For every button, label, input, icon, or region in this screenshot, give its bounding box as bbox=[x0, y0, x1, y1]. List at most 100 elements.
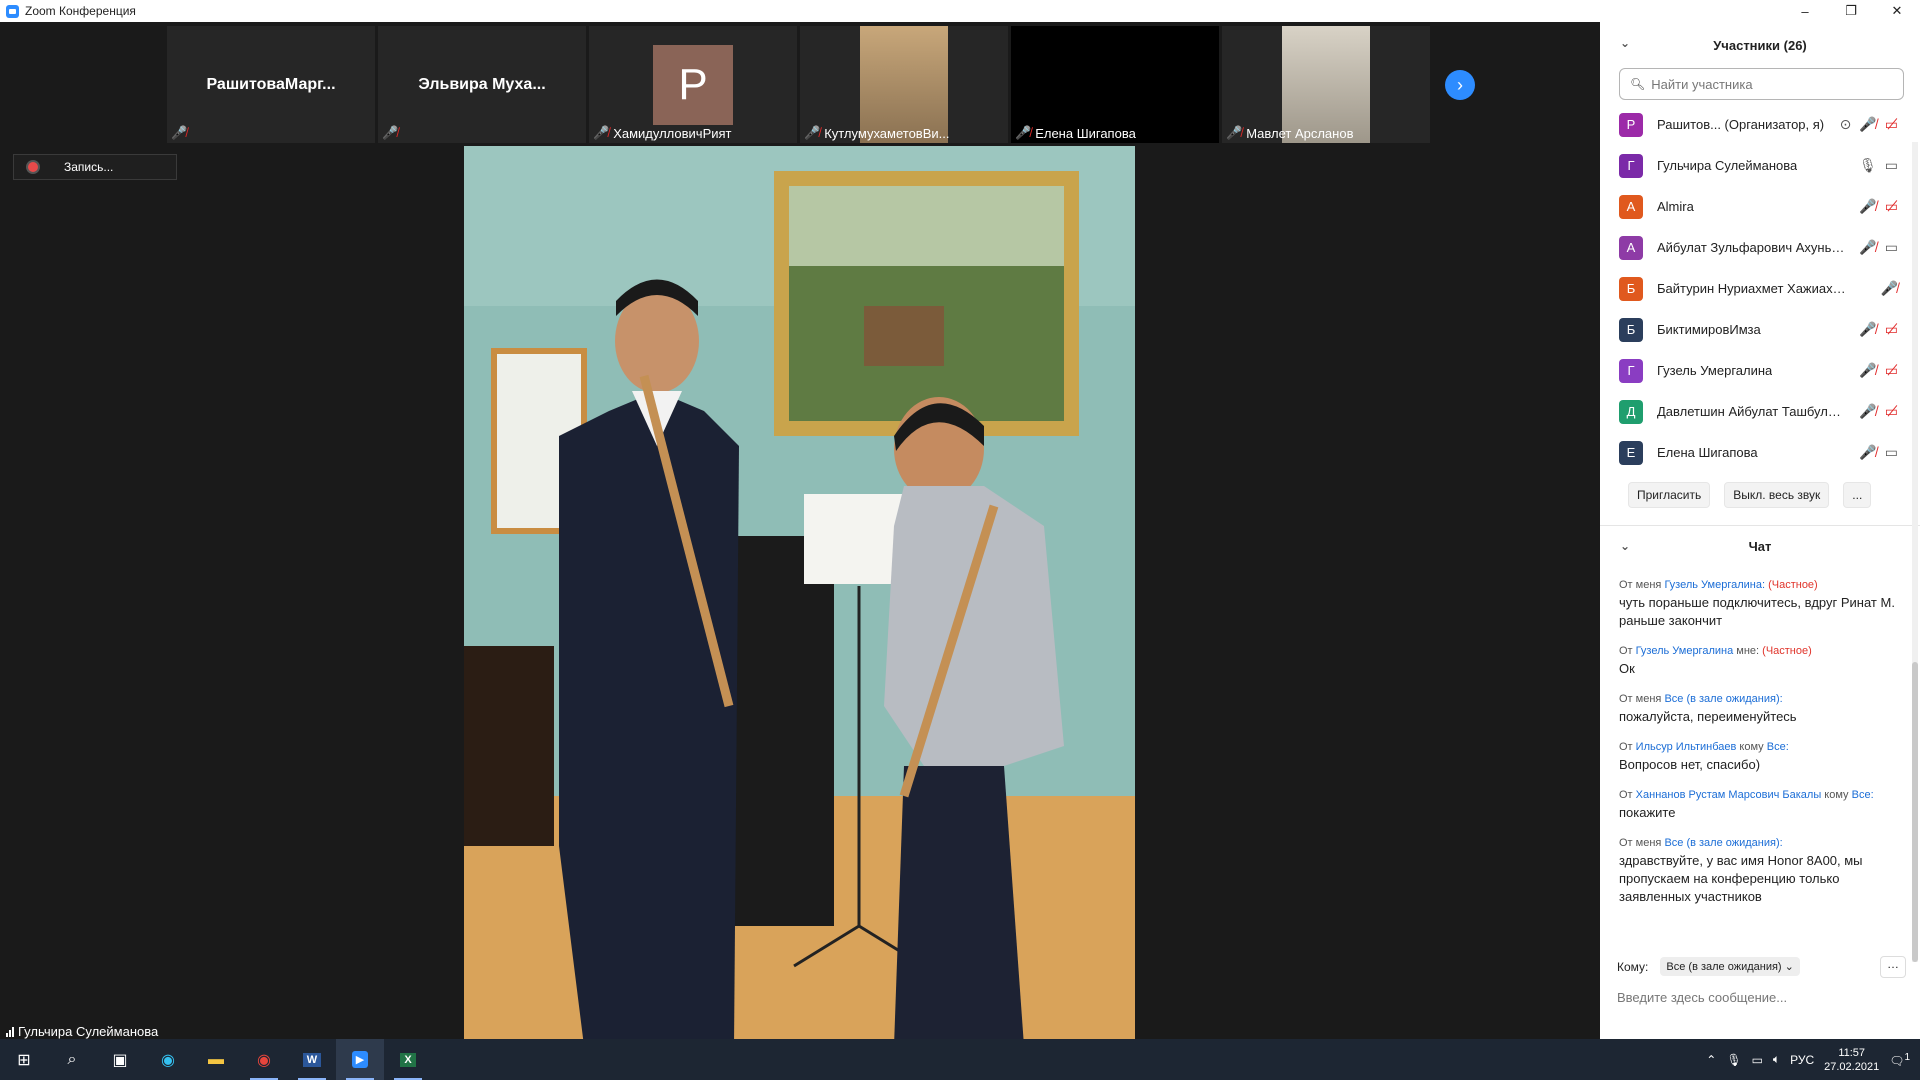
minimize-button[interactable]: – bbox=[1782, 0, 1828, 22]
language-indicator[interactable]: РУС bbox=[1790, 1053, 1814, 1067]
participant-row[interactable]: A Almira 🎤̸ ▭̸ bbox=[1600, 186, 1920, 227]
participant-list: Р Рашитов... (Организатор, я) ⊙ 🎤̸ ▭̸ Г Гу… bbox=[1600, 104, 1920, 473]
search-placeholder: Найти участника bbox=[1651, 76, 1753, 92]
msg-recipient[interactable]: Все: bbox=[1767, 741, 1789, 753]
chat-input[interactable]: Введите здесь сообщение... bbox=[1617, 990, 1787, 1005]
participant-tile[interactable]: 🎤̸ КутлумухаметовВи... bbox=[800, 26, 1008, 143]
tile-name: РашитоваМарг... bbox=[206, 75, 336, 93]
recording-indicator[interactable]: Запись... bbox=[13, 154, 177, 180]
mic-icon[interactable]: 🎙︎ bbox=[1859, 157, 1877, 174]
chevron-down-icon[interactable]: ⌄ bbox=[1620, 539, 1630, 553]
close-button[interactable]: ✕ bbox=[1874, 0, 1920, 22]
msg-sender[interactable]: Ханнанов Рустам Марсович Бакалы bbox=[1636, 789, 1822, 801]
participant-tile[interactable]: РашитоваМарг... 🎤̸ bbox=[167, 26, 375, 143]
task-view-icon[interactable]: ▣ bbox=[96, 1039, 144, 1080]
participant-row[interactable]: А Айбулат Зульфарович Ахуньян... 🎤̸ ▭ bbox=[1600, 227, 1920, 268]
msg-text: здравствуйте, у вас имя Honor 8A00, мы п… bbox=[1619, 853, 1863, 904]
participant-row[interactable]: Б Байтурин Нуриахмет Хажиахметов... 🎤̸ bbox=[1600, 268, 1920, 309]
invite-button[interactable]: Пригласить bbox=[1628, 482, 1711, 508]
participant-tile[interactable]: 🎤̸ Мавлет Арсланов bbox=[1222, 26, 1430, 143]
network-icon[interactable]: ▭ bbox=[1752, 1053, 1763, 1067]
maximize-button[interactable]: ❐ bbox=[1828, 0, 1874, 22]
mic-muted-icon[interactable]: 🎤̸ bbox=[1859, 321, 1876, 338]
avatar: A bbox=[1619, 194, 1643, 219]
participant-tile[interactable]: Эльвира Муха... 🎤̸ bbox=[378, 26, 586, 143]
msg-recipient[interactable]: Гузель Умергалина: bbox=[1664, 579, 1765, 591]
participant-row[interactable]: Е Елена Шигапова 🎤̸ ▭ bbox=[1600, 432, 1920, 473]
msg-text: чуть пораньше подключитесь, вдруг Ринат … bbox=[1619, 595, 1895, 628]
participant-row[interactable]: Б БиктимировИмза 🎤̸ ▭̸ bbox=[1600, 309, 1920, 350]
participant-name: Гузель Умергалина bbox=[1657, 363, 1773, 378]
zoom-icon[interactable]: ▶ bbox=[336, 1039, 384, 1080]
clock[interactable]: 11:57 27.02.2021 bbox=[1824, 1046, 1879, 1074]
video-off-icon[interactable]: ▭̸ bbox=[1885, 321, 1898, 338]
video-off-icon[interactable]: ▭̸ bbox=[1885, 403, 1898, 420]
msg-sender[interactable]: Гузель Умергалина bbox=[1636, 645, 1734, 657]
mic-muted-icon[interactable]: 🎤̸ bbox=[1859, 116, 1876, 133]
mic-muted-icon[interactable]: 🎤̸ bbox=[1859, 444, 1876, 461]
window-titlebar: Zoom Конференция – ❐ ✕ bbox=[0, 0, 1920, 22]
edge-icon[interactable]: ◉ bbox=[144, 1039, 192, 1080]
participant-search[interactable]: 🔍︎ Найти участника bbox=[1619, 68, 1904, 100]
participant-row[interactable]: Г Гульчира Сулейманова 🎙︎ ▭ bbox=[1600, 145, 1920, 186]
avatar: Г bbox=[1619, 358, 1643, 383]
volume-icon[interactable]: 🔈︎ bbox=[1773, 1052, 1780, 1067]
participant-row[interactable]: Р Рашитов... (Организатор, я) ⊙ 🎤̸ ▭̸ bbox=[1600, 104, 1920, 145]
more-button[interactable]: ... bbox=[1843, 482, 1872, 508]
file-explorer-icon[interactable]: ▬ bbox=[192, 1039, 240, 1080]
participant-name: БиктимировИмза bbox=[1657, 322, 1761, 337]
notification-icon[interactable]: 🗨︎1 bbox=[1889, 1052, 1910, 1068]
msg-private: (Частное) bbox=[1762, 645, 1812, 657]
chevron-up-icon[interactable]: ⌃ bbox=[1706, 1053, 1716, 1067]
excel-icon[interactable]: X bbox=[384, 1039, 432, 1080]
participant-name: Айбулат Зульфарович Ахуньян... bbox=[1657, 240, 1847, 255]
avatar: Б bbox=[1619, 276, 1643, 301]
video-icon[interactable]: ▭ bbox=[1885, 444, 1898, 461]
mic-muted-icon[interactable]: 🎤̸ bbox=[1859, 403, 1876, 420]
microphone-icon[interactable]: 🎙︎ bbox=[1726, 1053, 1741, 1067]
start-button[interactable]: ⊞ bbox=[0, 1039, 48, 1080]
chat-more-button[interactable]: … bbox=[1880, 955, 1906, 978]
participant-tile[interactable]: P 🎤̸ ХамидулловичРият bbox=[589, 26, 797, 143]
recipient-value: Все (в зале ожидания) bbox=[1666, 961, 1782, 973]
video-off-icon[interactable]: ▭̸ bbox=[1885, 362, 1898, 379]
msg-recipient[interactable]: Все (в зале ожидания): bbox=[1664, 693, 1782, 705]
active-speaker-label: Гульчира Сулейманова bbox=[6, 1024, 158, 1039]
video-icon[interactable]: ▭ bbox=[1885, 157, 1898, 174]
chat-scrollbar[interactable] bbox=[1912, 142, 1918, 962]
mic-muted-icon: 🎤̸ bbox=[1226, 125, 1243, 140]
msg-to: кому bbox=[1739, 741, 1764, 753]
avatar: Р bbox=[1619, 112, 1643, 137]
msg-text: пожалуйста, переименуйтесь bbox=[1619, 709, 1797, 724]
mic-muted-icon[interactable]: 🎤̸ bbox=[1881, 280, 1898, 297]
mic-muted-icon[interactable]: 🎤̸ bbox=[1859, 362, 1876, 379]
participant-tile[interactable]: 🎤̸ Елена Шигапова bbox=[1011, 26, 1219, 143]
avatar: А bbox=[1619, 235, 1643, 260]
windows-taskbar: ⊞ ⌕ ▣ ◉ ▬ ◉ W ▶ X ⌃ 🎙︎ ▭ 🔈︎ РУС 11:57 27… bbox=[0, 1039, 1920, 1080]
msg-to: кому bbox=[1824, 789, 1849, 801]
next-page-button[interactable]: › bbox=[1445, 70, 1475, 100]
search-icon[interactable]: ⌕ bbox=[48, 1039, 96, 1080]
mute-all-button[interactable]: Выкл. весь звук bbox=[1724, 482, 1830, 508]
recipient-dropdown[interactable]: Все (в зале ожидания) ⌄ bbox=[1660, 957, 1800, 976]
window-title: Zoom Конференция bbox=[25, 4, 136, 18]
mic-muted-icon[interactable]: 🎤̸ bbox=[1859, 239, 1876, 256]
chat-message: От меня Все (в зале ожидания): здравству… bbox=[1619, 834, 1902, 906]
chrome-icon[interactable]: ◉ bbox=[240, 1039, 288, 1080]
mic-muted-icon[interactable]: 🎤̸ bbox=[1859, 198, 1876, 215]
msg-sender[interactable]: Ильсур Ильтинбаев bbox=[1636, 741, 1737, 753]
participant-row[interactable]: Д Давлетшин Айбулат Ташбулат... 🎤̸ ▭̸ bbox=[1600, 391, 1920, 432]
word-icon[interactable]: W bbox=[288, 1039, 336, 1080]
mic-muted-icon: 🎤̸ bbox=[171, 125, 188, 140]
to-label: Кому: bbox=[1617, 959, 1649, 974]
msg-recipient[interactable]: Все (в зале ожидания): bbox=[1664, 837, 1782, 849]
video-off-icon[interactable]: ▭̸ bbox=[1885, 198, 1898, 215]
chevron-down-icon[interactable]: ⌄ bbox=[1620, 36, 1630, 50]
participant-strip: РашитоваМарг... 🎤̸ Эльвира Муха... 🎤̸ P … bbox=[167, 26, 1430, 143]
msg-from: От bbox=[1619, 645, 1633, 657]
video-off-icon[interactable]: ▭̸ bbox=[1885, 116, 1898, 133]
msg-recipient[interactable]: Все: bbox=[1852, 789, 1874, 801]
video-icon[interactable]: ▭ bbox=[1885, 239, 1898, 256]
participant-row[interactable]: Г Гузель Умергалина 🎤̸ ▭̸ bbox=[1600, 350, 1920, 391]
msg-from: От меня bbox=[1619, 837, 1662, 849]
